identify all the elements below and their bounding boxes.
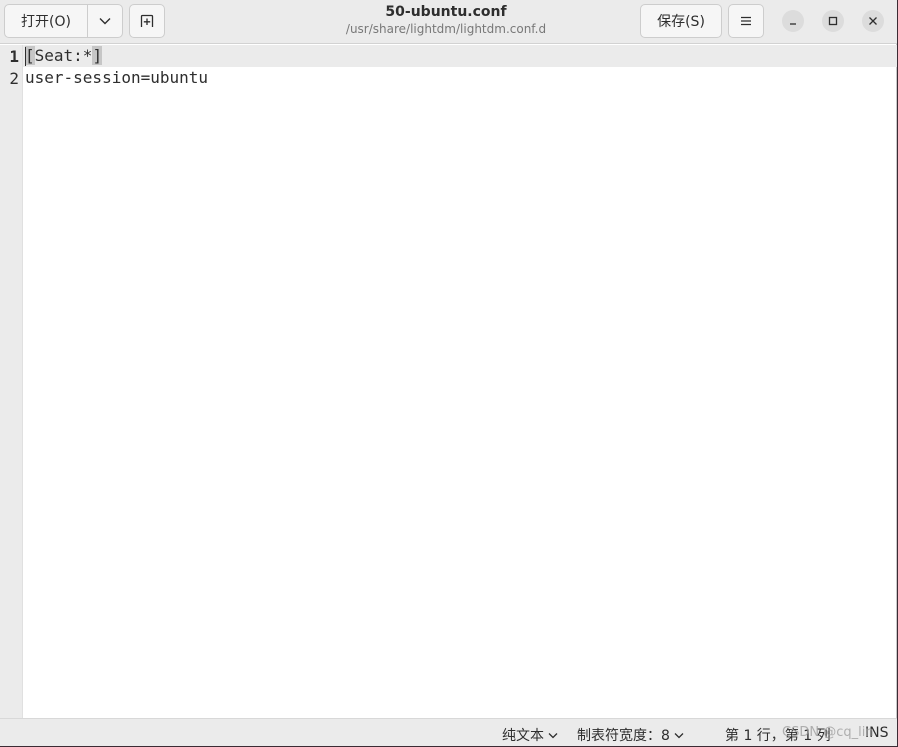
new-document-icon [140,14,154,27]
maximize-icon [828,16,838,26]
tab-width-selector[interactable]: 制表符宽度：8 [577,725,684,745]
minimize-icon [790,23,796,25]
line-number: 1 [9,47,19,66]
new-tab-button[interactable] [129,4,165,38]
text-cursor [25,47,26,66]
close-button[interactable] [862,10,884,32]
open-button-group: 打开(O) [4,4,123,38]
code-text: Seat:* [34,46,93,65]
language-label: 纯文本 [502,728,544,744]
code-line[interactable]: [Seat:*] [25,46,103,65]
open-button-label: 打开(O) [21,14,71,30]
current-line-highlight [23,45,897,67]
watermark: CSDN @cq_lin [782,725,874,740]
tab-width-label: 制表符宽度：8 [577,728,670,744]
hamburger-menu-icon [741,16,751,26]
matching-bracket: ] [92,46,103,65]
status-bar: 纯文本 制表符宽度：8 第 1 行，第 1 列 INS CSDN @cq_lin [0,718,897,746]
chevron-down-icon [674,732,684,738]
save-button-label: 保存(S) [657,14,705,30]
document-title: 50-ubuntu.conf [385,4,507,20]
gedit-window: 打开(O) 50-ubuntu.conf /usr/share/lightdm/… [0,0,897,746]
line-number: 2 [9,69,19,88]
line-number-gutter: 1 2 [0,45,23,718]
close-icon [869,17,877,25]
save-button[interactable]: 保存(S) [640,4,722,38]
open-dropdown-button[interactable] [88,5,122,37]
chevron-down-icon [548,732,558,738]
chevron-down-icon [99,18,111,25]
open-button[interactable]: 打开(O) [5,5,88,37]
code-line[interactable]: user-session=ubuntu [25,68,208,87]
matching-bracket: [ [25,46,35,65]
language-selector[interactable]: 纯文本 [502,725,558,745]
main-menu-button[interactable] [728,4,764,38]
minimize-button[interactable] [782,10,804,32]
document-path: /usr/share/lightdm/lightdm.conf.d [345,22,547,36]
maximize-button[interactable] [822,10,844,32]
header-bar: 打开(O) 50-ubuntu.conf /usr/share/lightdm/… [0,0,897,44]
window-title: 50-ubuntu.conf /usr/share/lightdm/lightd… [300,4,592,37]
